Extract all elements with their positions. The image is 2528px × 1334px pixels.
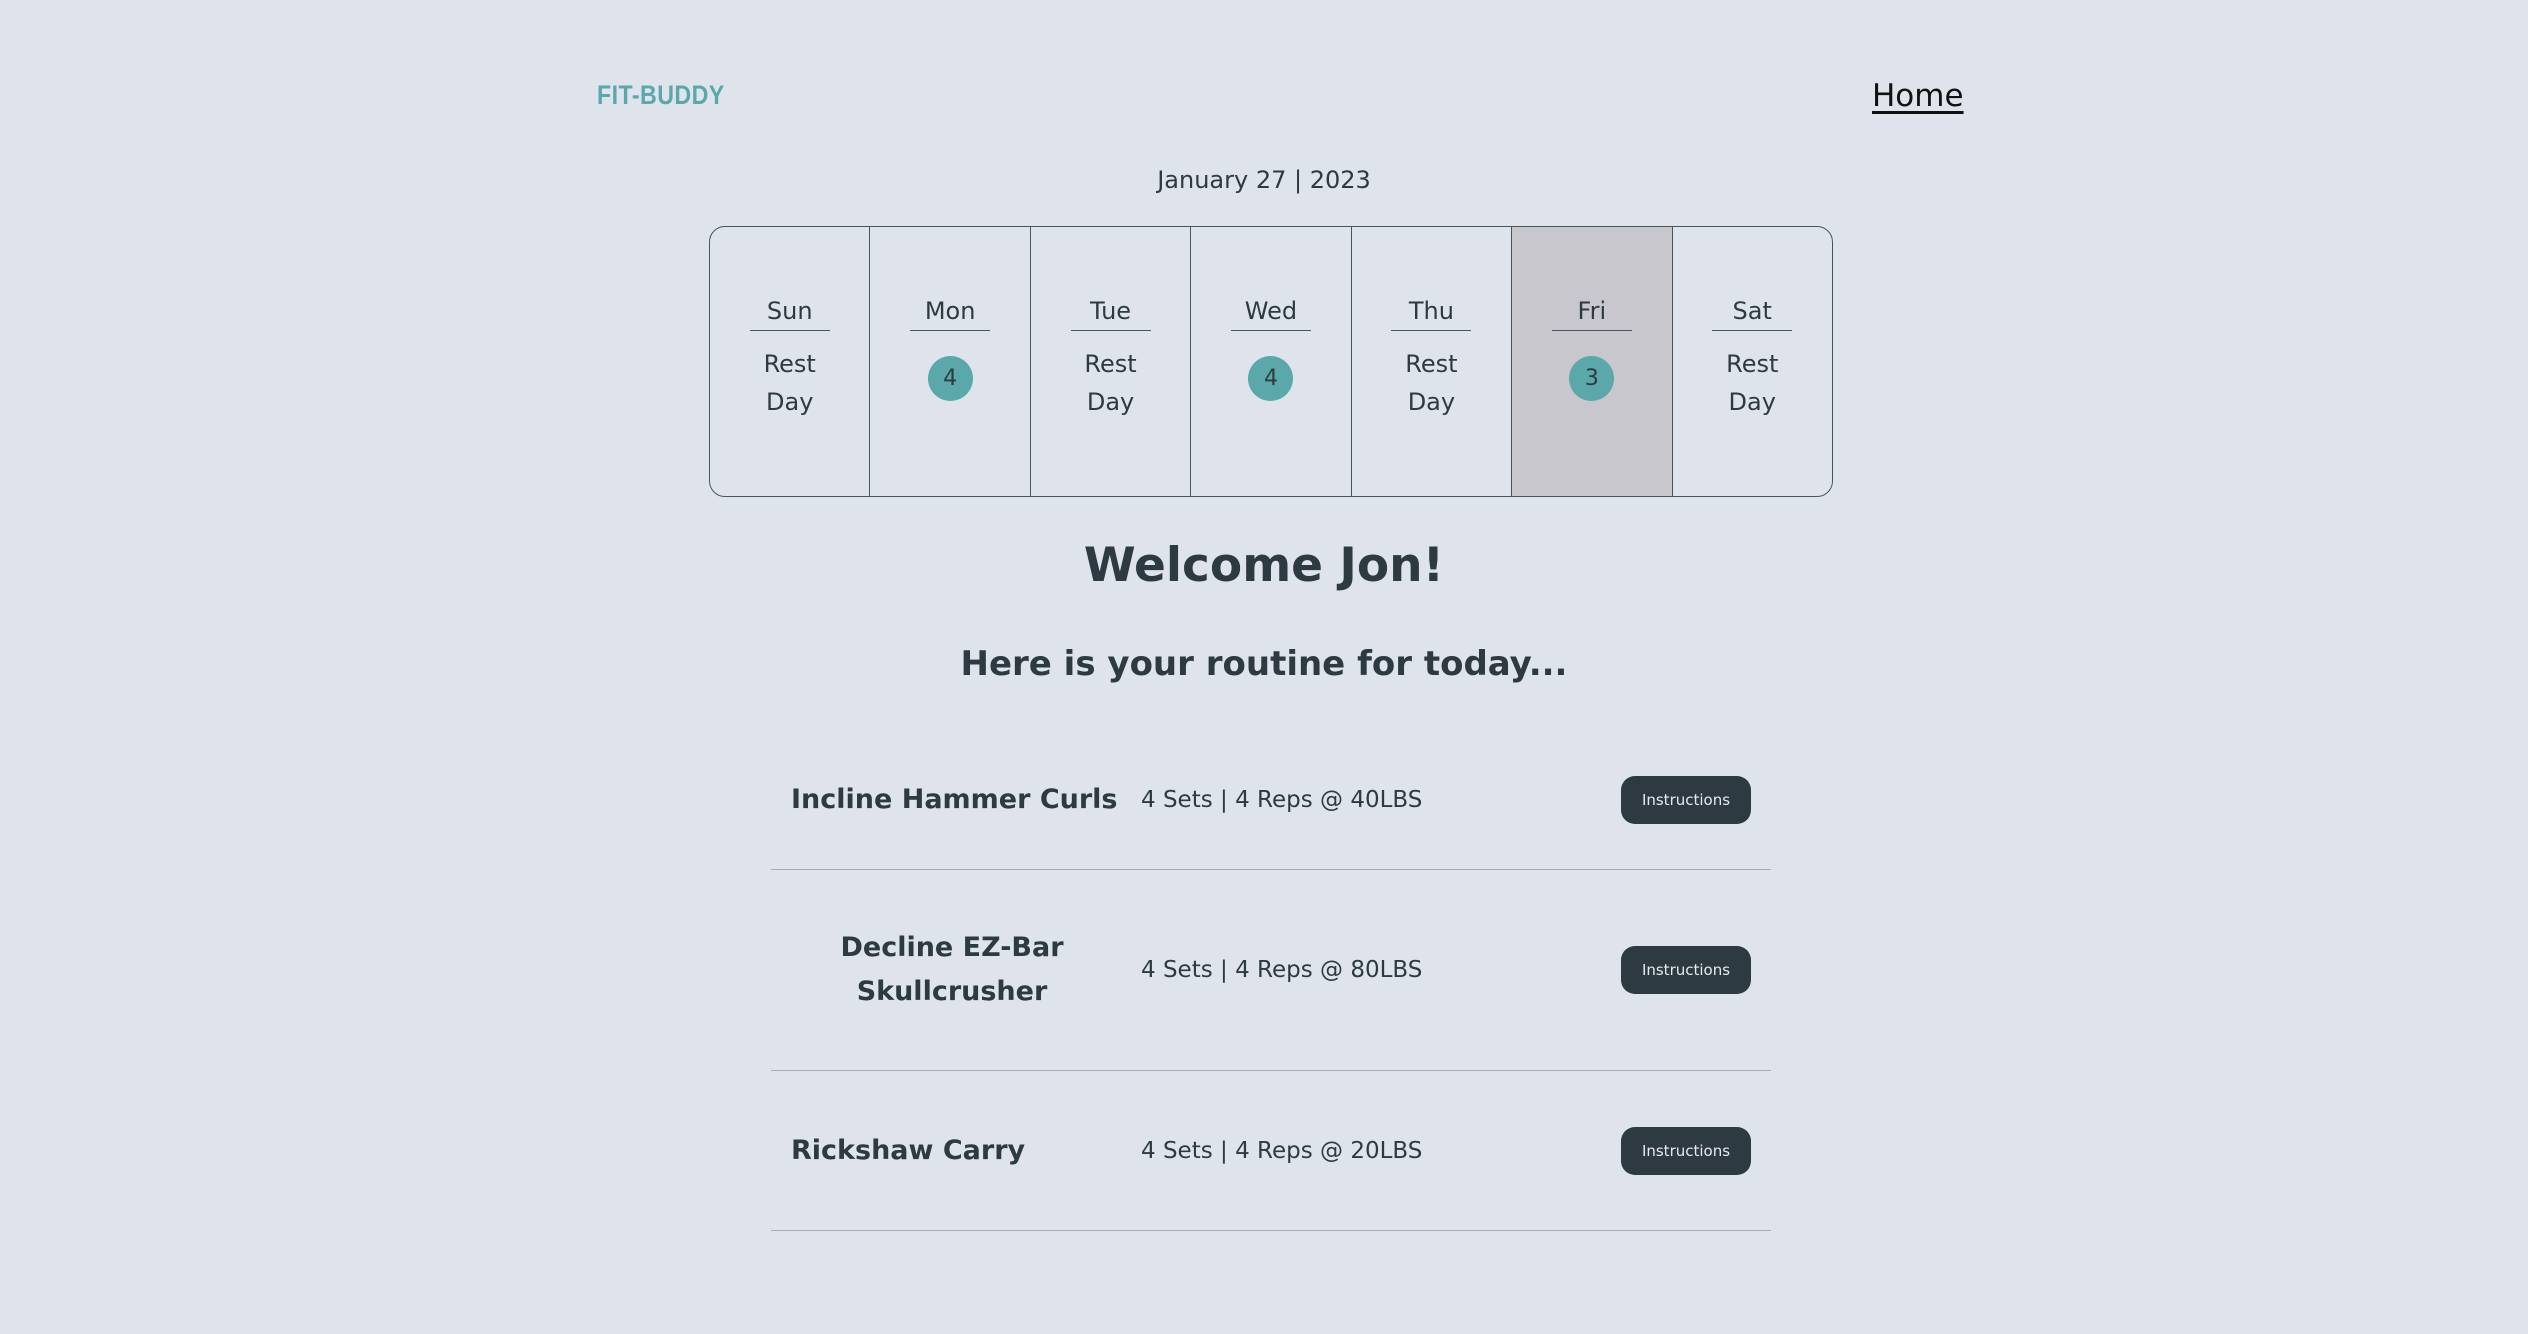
day-label: Mon [910,297,991,331]
nav-home-link[interactable]: Home [1872,78,1964,114]
rest-day-label: Rest Day [1084,350,1137,416]
day-thu[interactable]: Thu Rest Day [1352,227,1513,496]
day-label: Sun [749,297,830,331]
day-mon[interactable]: Mon 4 [870,227,1031,496]
current-date: January 27 | 2023 [1157,166,1371,194]
rest-day-label: Rest Day [1405,350,1458,416]
routine-row: Rickshaw Carry 4 Sets | 4 Reps @ 20LBS I… [771,1071,1771,1231]
instructions-button[interactable]: Instructions [1621,775,1751,824]
routine-subtitle: Here is your routine for today... [960,644,1568,684]
exercise-name: Decline EZ-Bar Skullcrusher [840,932,1064,1007]
instructions-button[interactable]: Instructions [1621,1126,1751,1175]
day-label: Fri [1551,297,1632,331]
exercise-detail: 4 Sets | 4 Reps @ 80LBS [1141,957,1423,983]
day-wed[interactable]: Wed 4 [1191,227,1352,496]
exercise-count-badge: 3 [1569,356,1615,401]
exercise-detail: 4 Sets | 4 Reps @ 20LBS [1141,1137,1423,1164]
exercise-name: Rickshaw Carry [791,1134,1026,1166]
rest-day-label: Rest Day [763,350,816,416]
routine-row: Incline Hammer Curls 4 Sets | 4 Reps @ 4… [771,730,1771,870]
day-label: Wed [1230,297,1311,331]
week-calendar: Sun Rest Day Mon 4 Tue Rest Day Wed 4 Thu … [709,226,1833,497]
rest-day-label: Rest Day [1726,350,1779,416]
day-fri-selected[interactable]: Fri 3 [1512,227,1673,496]
instructions-button[interactable]: Instructions [1621,946,1751,994]
day-tue[interactable]: Tue Rest Day [1031,227,1192,496]
day-label: Sat [1712,297,1793,331]
day-sun[interactable]: Sun Rest Day [710,227,871,496]
exercise-name: Incline Hammer Curls [791,783,1118,815]
day-label: Tue [1070,297,1151,331]
day-sat[interactable]: Sat Rest Day [1673,227,1832,496]
welcome-heading: Welcome Jon! [1083,538,1445,593]
routine-list: Incline Hammer Curls 4 Sets | 4 Reps @ 4… [771,730,1771,1231]
logo[interactable]: FIT-BUDDY [597,80,725,111]
day-label: Thu [1391,297,1472,331]
exercise-detail: 4 Sets | 4 Reps @ 40LBS [1141,786,1423,813]
exercise-count-badge: 4 [1248,356,1294,401]
routine-row: Decline EZ-Bar Skullcrusher 4 Sets | 4 Re… [771,870,1771,1071]
exercise-count-badge: 4 [927,356,973,401]
